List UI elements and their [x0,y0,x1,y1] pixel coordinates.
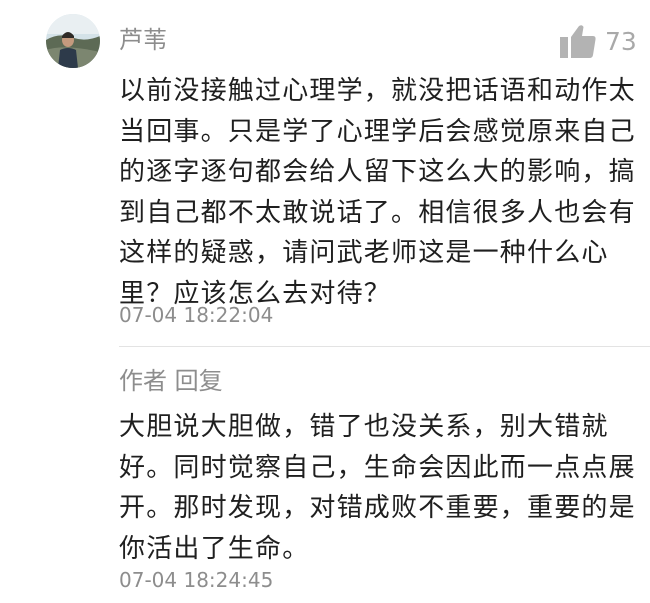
avatar[interactable] [46,14,100,68]
reply-text: 大胆说大胆做，错了也没关系，别大错就好。同时觉察自己，生命会因此而一点点展开。那… [119,412,636,564]
divider [119,346,650,347]
comment-author[interactable]: 芦苇 [119,25,167,55]
reply-timestamp: 07-04 18:24:45 [119,568,274,592]
thumbs-up-icon [560,25,596,58]
author-reply-label: 作者 回复 [119,367,223,395]
comment-text: 以前没接触过心理学，就没把话语和动作太当回事。只是学了心理学后会感觉原来自己的逐… [119,76,636,309]
avatar-image [46,14,100,68]
like-count: 73 [605,27,637,56]
comment-timestamp: 07-04 18:22:04 [119,303,274,327]
like-button[interactable]: 73 [560,24,640,60]
comment-card: 芦苇 73 以前没接触过心理学，就没把话语和动作太当回事。只是学了心理学后会感觉… [0,0,650,345]
